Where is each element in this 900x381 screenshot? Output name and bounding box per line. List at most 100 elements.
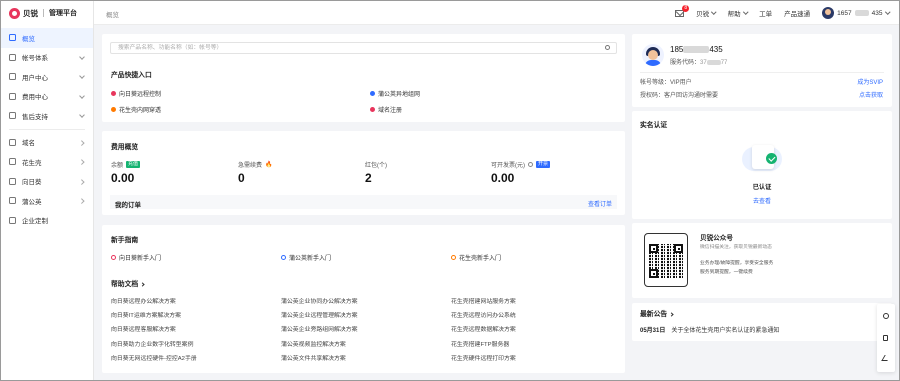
menu-help[interactable]: 帮助 [728,8,748,18]
help-doc-link[interactable]: 蒲公英文件共享解决方案 [281,353,346,362]
sidebar-item-8[interactable]: 蒲公英 [1,191,93,211]
app-frame: 贝锐 管理平台 概览 帐号体系 用户中心 费用中心售后支持域名花生壳向日葵蒲公英企业定… [0,0,900,381]
quick-item-peanut[interactable]: 花生壳内网穿透 [111,105,161,114]
document-icon[interactable] [883,335,888,341]
become-svip-link[interactable]: 成为SVIP [857,77,883,86]
help-doc-link[interactable]: 花生壳远程访问办公系统 [451,310,516,319]
service-code-prefix: 37 [700,60,707,66]
sidebar-item-1[interactable]: 帐号体系 [1,48,93,68]
guide-item-dandelion[interactable]: 蒲公英新手入门 [281,253,331,262]
label: 红包(个) [365,163,387,169]
realname-status: 已认证 [752,184,772,191]
label: 帐号等级： [640,80,671,86]
user-center-icon [9,73,16,81]
edit-icon[interactable] [881,355,891,361]
label: 服务代码： [670,60,701,66]
quick-item-sunflower[interactable]: 向日葵远程控制 [111,89,161,98]
sidebar-item-0[interactable]: 概览 [1,28,93,48]
recharge-tag[interactable]: 充值 [126,161,141,168]
masked-text [854,10,869,16]
sidebar-item-label: 蒲公英 [22,198,42,206]
news-title[interactable]: 最新公告 [640,308,674,318]
sunflower-icon [111,91,116,96]
account-menu[interactable]: 1657 435 [822,7,890,19]
help-doc-link[interactable]: 向日葵IT运维方案解决方案 [111,310,181,319]
help-doc-link[interactable]: 向日葵无网远控硬件-控控A2手册 [111,353,197,362]
sidebar-item-6[interactable]: 花生壳 [1,152,93,172]
service-code-suffix: 77 [720,60,728,66]
dandelion-icon [370,91,375,96]
mail-icon[interactable]: 8 [675,4,690,17]
news-card: 最新公告 05月31日 关于全体花生壳用户实名认证的紧急通知 [632,303,892,341]
get-auth-code-link[interactable]: 点击获取 [859,90,883,99]
guide-card: 新手指南 向日葵新手入门 蒲公英新手入门 花生壳新手入门 帮助文档 向日葵远程办… [102,225,625,373]
help-doc-link[interactable]: 向日葵远程办公解决方案 [111,296,176,305]
help-doc-link[interactable]: 向日葵助力企业数字化转型案例 [111,339,193,348]
menu-ticket[interactable]: 工单 [759,8,772,18]
guide-item-peanut[interactable]: 花生壳新手入门 [451,253,501,262]
menu-product-express[interactable]: 产品速通 [784,8,810,18]
fee-invoice-value: 0.00 [491,171,515,185]
guide-item-label: 蒲公英新手入门 [289,256,332,262]
fee-overview-card: 费用概览 余额 充值 0.00 急需续费 🔥 0 红包(个) 2 可开发票(元) 开票… [102,131,625,215]
sidebar-nav: 概览 帐号体系 用户中心 费用中心售后支持域名花生壳向日葵蒲公英企业定制 [1,28,93,230]
help-doc-link[interactable]: 花生壳远程数据解决方案 [451,324,516,333]
invoice-tag[interactable]: 开票 [536,161,551,168]
sidebar-item-label: 售后支持 [22,113,48,121]
check-icon [766,153,777,164]
help-docs-title[interactable]: 帮助文档 [111,278,145,288]
help-doc-link[interactable]: 向日葵远程客服解决方案 [111,324,176,333]
sidebar-item-9[interactable]: 企业定制 [1,211,93,231]
help-doc-link[interactable]: 花生壳硬件远程打印方案 [451,353,516,362]
news-item[interactable]: 05月31日 关于全体花生壳用户实名认证的紧急通知 [640,325,779,334]
topbar-actions: 8 贝锐 帮助 工单 产品速通 1657 435 [675,1,890,25]
sunflower-icon [111,255,116,260]
info-icon[interactable] [528,162,533,167]
help-doc-link[interactable]: 蒲公英企业旁路组网解决方案 [281,324,358,333]
guide-title: 新手指南 [111,237,139,244]
profile-card: 185 435 服务代码：37 77 帐号等级：VIP用户 成为SVIP 授权码：客… [632,34,892,107]
oray-logo-icon [9,7,20,19]
view-orders-link[interactable]: 查看订单 [588,199,612,208]
label: 授权码： [640,93,665,99]
help-doc-link[interactable]: 蒲公英企业协同办公解决方案 [281,296,358,305]
help-doc-link[interactable]: 蒲公英企业远程管理解决方案 [281,310,358,319]
divider [640,72,884,73]
search-input[interactable]: 搜索产品名称、功能名称（如：帐号等） [110,42,617,54]
chevron-right-icon [669,312,674,317]
account-prefix: 1657 [837,9,852,17]
brand-logo[interactable]: 贝锐 管理平台 [1,1,93,25]
fee-invoice-label: 可开发票(元) 开票 [491,160,551,169]
menu-help-label: 帮助 [727,11,741,18]
guide-item-sunflower[interactable]: 向日葵新手入门 [111,253,161,262]
brand-subtitle: 管理平台 [49,10,77,17]
help-doc-link[interactable]: 花生壳搭建网站服务方案 [451,296,516,305]
fee-renew-value: 0 [238,171,245,185]
chevron-right-icon [78,159,84,165]
sunflower-icon [9,177,16,185]
sidebar-item-2[interactable]: 用户中心 [1,67,93,87]
menu-oray[interactable]: 贝锐 [696,8,717,18]
phone-prefix: 185 [670,45,684,54]
sidebar-item-5[interactable]: 域名 [1,133,93,153]
quick-item-dandelion[interactable]: 蒲公英异地组网 [370,89,420,98]
sidebar-divider [9,128,85,130]
realname-card: 实名认证 已认证 去查看 [632,111,892,219]
headset-icon[interactable] [883,313,889,319]
sidebar-item-label: 花生壳 [22,159,42,167]
guide-item-label: 花生壳新手入门 [459,256,502,262]
sidebar-item-7[interactable]: 向日葵 [1,172,93,192]
quick-item-domain[interactable]: 域名注册 [370,105,402,114]
view-realname-link[interactable]: 去查看 [632,196,892,205]
news-date: 05月31日 [640,328,666,334]
account-icon [9,53,16,61]
sidebar-item-4[interactable]: 售后支持 [1,106,93,126]
fee-overview-title: 费用概览 [111,144,139,151]
news-text: 关于全体花生壳用户实名认证的紧急通知 [671,328,780,334]
label: 可开发票(元) [491,163,525,169]
sidebar-item-3[interactable]: 费用中心 [1,87,93,107]
search-icon[interactable] [605,45,610,50]
help-doc-link[interactable]: 花生壳搭建FTP服务器 [451,339,509,348]
masked-text [683,46,710,54]
help-doc-link[interactable]: 蒲公英视频监控解决方案 [281,339,346,348]
